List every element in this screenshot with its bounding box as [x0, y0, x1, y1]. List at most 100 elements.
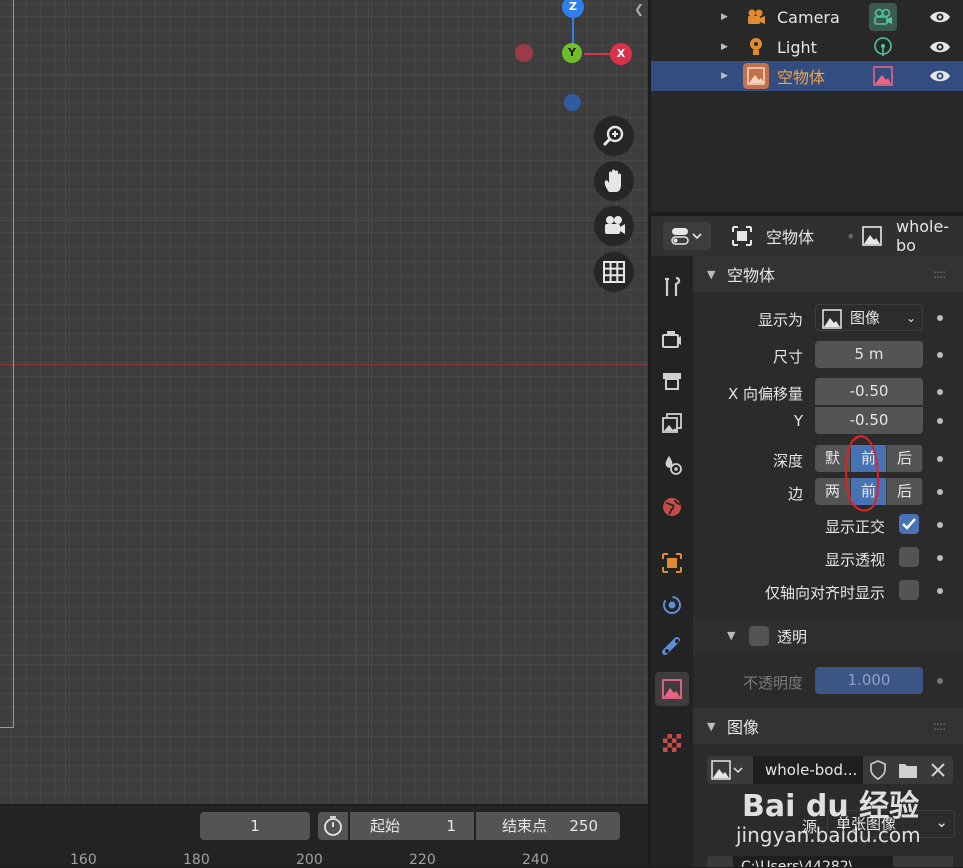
gizmo-neg-x[interactable] — [515, 44, 533, 62]
offset-x-field[interactable]: -0.50 — [815, 378, 923, 405]
eye-icon[interactable] — [929, 67, 951, 85]
source-dropdown[interactable]: 单张图像 ⌄ — [827, 810, 955, 838]
keyframe-dot[interactable] — [937, 418, 943, 424]
tab-render[interactable] — [655, 322, 689, 356]
tab-output[interactable] — [655, 364, 689, 398]
object-properties-icon — [662, 553, 682, 573]
unlink-image-button[interactable] — [923, 756, 953, 784]
keyframe-dot[interactable] — [937, 456, 943, 462]
end-frame-label: 结束点 — [502, 817, 548, 835]
camera-data-icon[interactable] — [869, 3, 897, 31]
transparency-checkbox[interactable] — [749, 626, 769, 646]
show-ortho-checkbox[interactable] — [899, 514, 919, 534]
chevron-down-icon[interactable]: ▼ — [707, 720, 715, 733]
ruler-tick: 200 — [296, 852, 323, 868]
ortho-toggle-button[interactable] — [594, 252, 634, 292]
expand-arrow-icon[interactable]: ▶ — [721, 42, 728, 52]
depth-label: 深度 — [772, 452, 803, 470]
chevron-down-icon[interactable]: ▼ — [707, 268, 715, 281]
pan-button[interactable] — [594, 161, 634, 201]
properties-main: ▼ 空物体 :::: 显示为 图像 ⌄ 尺寸 5 m X 向偏移量 -0.50 … — [693, 256, 963, 867]
gizmo-neg-z[interactable] — [564, 94, 581, 111]
tab-constraints[interactable] — [655, 630, 689, 664]
gizmo-z-axis[interactable]: Z — [562, 0, 584, 18]
tab-object[interactable] — [655, 546, 689, 580]
size-field[interactable]: 5 m — [815, 341, 923, 368]
side-option-back[interactable]: 后 — [887, 478, 923, 505]
filepath-field[interactable]: C:\Users\44282\ — [733, 856, 893, 867]
source-value: 单张图像 — [836, 815, 897, 833]
outliner-item-light[interactable]: ▶ Light — [651, 32, 963, 62]
physics-icon — [663, 596, 681, 614]
keyframe-dot[interactable] — [937, 315, 943, 321]
tab-texture[interactable] — [655, 726, 689, 760]
gizmo-y-axis[interactable]: Y — [562, 43, 582, 63]
keyframe-dot[interactable] — [937, 555, 943, 561]
zoom-button[interactable] — [594, 116, 634, 156]
outliner-item-empty[interactable]: ▶ 空物体 — [651, 61, 963, 91]
eye-icon[interactable] — [929, 8, 951, 26]
chevron-left-icon[interactable]: ❮ — [634, 2, 646, 20]
camera-view-button[interactable] — [594, 206, 634, 246]
selected-object-outline[interactable] — [0, 0, 14, 728]
properties-tabs — [651, 256, 693, 867]
filepath-icon-button[interactable] — [707, 856, 733, 867]
auto-keying-button[interactable] — [318, 812, 348, 840]
expand-arrow-icon[interactable]: ▶ — [721, 12, 728, 22]
tab-tool[interactable] — [655, 270, 689, 304]
panel-header-image[interactable]: ▼ 图像 :::: — [693, 708, 963, 744]
gizmo-x-axis[interactable]: X — [610, 43, 632, 65]
depth-option-back[interactable]: 后 — [887, 445, 923, 472]
tab-physics[interactable] — [655, 588, 689, 622]
tab-data-image[interactable] — [655, 672, 689, 706]
grid-line — [65, 0, 66, 804]
show-persp-checkbox[interactable] — [899, 547, 919, 567]
image-icon — [822, 309, 842, 329]
keyframe-dot[interactable] — [937, 588, 943, 594]
keyframe-dot[interactable] — [937, 389, 943, 395]
light-data-icon[interactable] — [869, 33, 897, 61]
grid-line — [0, 655, 648, 656]
timeline: 1 起始 1 结束点 250 160 180 200 220 240 — [0, 806, 648, 868]
offset-y-label: Y — [793, 412, 803, 430]
start-frame-value: 1 — [446, 817, 456, 835]
texture-icon — [663, 734, 681, 752]
tool-icon — [665, 276, 681, 296]
subpanel-header-transparency[interactable]: ▼ 透明 — [693, 618, 963, 654]
browse-file-button[interactable] — [893, 856, 923, 867]
chevron-down-icon[interactable]: ▼ — [727, 629, 735, 642]
tab-scene[interactable] — [655, 448, 689, 482]
drag-handle-icon[interactable]: :::: — [933, 719, 946, 733]
tab-world[interactable] — [655, 490, 689, 524]
editor-type-dropdown[interactable] — [663, 222, 711, 250]
eye-icon[interactable] — [929, 38, 951, 56]
image-name-field[interactable]: whole-bod... — [753, 756, 863, 784]
fake-user-button[interactable] — [863, 756, 893, 784]
opacity-label: 不透明度 — [742, 674, 803, 692]
current-frame-field[interactable]: 1 — [200, 812, 310, 840]
chevron-down-icon: ⌄ — [935, 813, 948, 831]
image-browse-dropdown[interactable] — [707, 756, 753, 784]
keyframe-dot[interactable] — [937, 489, 943, 495]
context-object-name: 空物体 — [766, 228, 815, 247]
opacity-field[interactable]: 1.000 — [815, 667, 923, 694]
axis-aligned-checkbox[interactable] — [899, 580, 919, 600]
keyframe-dot[interactable] — [937, 522, 943, 528]
end-frame-field[interactable]: 结束点 250 — [476, 812, 620, 840]
panel-header-empty[interactable]: ▼ 空物体 :::: — [693, 256, 963, 292]
expand-arrow-icon[interactable]: ▶ — [721, 71, 728, 81]
tab-view-layer[interactable] — [655, 406, 689, 440]
reload-image-button[interactable] — [923, 856, 953, 867]
properties-header: 空物体 • whole-bo — [651, 216, 963, 256]
render-icon — [662, 331, 681, 348]
open-image-button[interactable] — [893, 756, 923, 784]
x-axis-line — [0, 364, 648, 365]
keyframe-dot[interactable] — [937, 678, 943, 684]
display-as-dropdown[interactable]: 图像 ⌄ — [815, 304, 923, 331]
3d-viewport[interactable]: Z Y X ❮ — [0, 0, 648, 804]
keyframe-dot[interactable] — [937, 352, 943, 358]
drag-handle-icon[interactable]: :::: — [933, 267, 946, 281]
image-data-icon[interactable] — [869, 62, 897, 90]
start-frame-field[interactable]: 起始 1 — [350, 812, 474, 840]
outliner-item-camera[interactable]: ▶ Camera — [651, 2, 963, 32]
